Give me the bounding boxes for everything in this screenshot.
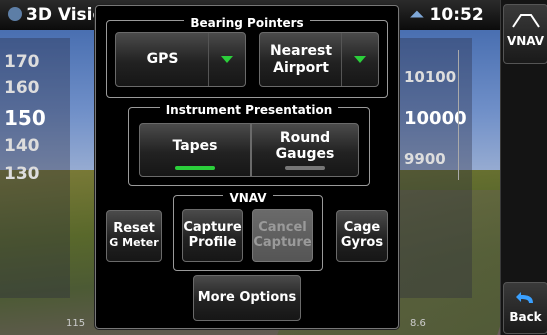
cancel-capture-line1: Cancel xyxy=(258,219,307,235)
capture-profile-line1: Capture xyxy=(183,219,242,235)
capture-profile-button[interactable]: Capture Profile xyxy=(182,209,243,262)
bearing-pointer-2-line1: Nearest xyxy=(269,43,333,60)
bearing-pointers-group: Bearing Pointers GPS Nearest Airport xyxy=(106,16,388,98)
vnav-softkey-label: VNAV xyxy=(506,34,545,48)
speed-tick: 160 xyxy=(4,78,40,98)
alt-tick: 9900 xyxy=(404,150,446,168)
round-gauges-button[interactable]: Round Gauges xyxy=(251,123,359,177)
clock: ⏶ 10:52 xyxy=(410,5,484,25)
capture-profile-line2: Profile xyxy=(188,234,237,250)
speed-tick: 170 xyxy=(4,52,40,72)
speed-tick: 140 xyxy=(4,136,40,156)
bottom-right-readout: 8.6 xyxy=(410,318,426,329)
cancel-capture-line2: Capture xyxy=(253,234,312,250)
back-button-label: Back xyxy=(509,310,542,324)
alt-tick: 10100 xyxy=(404,68,457,86)
bottom-left-readout: 115 xyxy=(66,318,86,329)
round-gauges-indicator xyxy=(285,166,325,170)
vnav-group-title: VNAV xyxy=(223,191,273,205)
vnav-group: VNAV Capture Profile Cancel Capture xyxy=(173,191,323,271)
tapes-label: Tapes xyxy=(172,137,218,154)
globe-icon xyxy=(8,7,22,21)
vnav-softkey[interactable]: VNAV xyxy=(503,4,547,64)
round-gauges-label: Round Gauges xyxy=(276,130,335,162)
view-title: 3D Visio xyxy=(8,5,104,25)
reset-g-meter-line1: Reset xyxy=(113,221,155,237)
vnav-profile-icon xyxy=(511,14,540,28)
back-button[interactable]: Back xyxy=(503,282,547,334)
bearing-pointer-2-dropdown[interactable]: Nearest Airport xyxy=(259,32,379,87)
round-gauges-line2: Gauges xyxy=(275,146,335,162)
more-options-button[interactable]: More Options xyxy=(193,275,301,321)
speed-tick: 130 xyxy=(4,164,40,184)
view-title-text: 3D Visio xyxy=(26,5,105,25)
pfd-options-dialog: Bearing Pointers GPS Nearest Airport Ins… xyxy=(95,5,399,329)
tapes-active-indicator xyxy=(175,166,215,170)
reset-g-meter-button[interactable]: Reset G Meter xyxy=(106,210,162,262)
vertical-speed-indicator xyxy=(458,50,473,180)
cancel-capture-button[interactable]: Cancel Capture xyxy=(252,209,313,262)
cage-gyros-line2: Gyros xyxy=(340,235,384,250)
instrument-presentation-title: Instrument Presentation xyxy=(159,103,339,117)
cage-gyros-button[interactable]: Cage Gyros xyxy=(336,210,388,262)
clock-time: 10:52 xyxy=(429,5,484,25)
more-options-label: More Options xyxy=(197,289,297,305)
back-arrow-icon xyxy=(515,292,533,303)
chevron-down-icon xyxy=(341,33,378,86)
instrument-presentation-group: Instrument Presentation Tapes Round Gaug… xyxy=(128,103,370,186)
bearing-pointer-1-value: GPS xyxy=(146,51,179,68)
softkey-column: VNAV Back xyxy=(500,0,547,335)
chevron-down-icon xyxy=(208,33,245,86)
cage-gyros-line1: Cage xyxy=(343,220,381,236)
clock-icon: ⏶ xyxy=(410,5,424,25)
tapes-button[interactable]: Tapes xyxy=(139,123,251,177)
reset-g-meter-line2: G Meter xyxy=(109,236,159,250)
bearing-pointers-title: Bearing Pointers xyxy=(184,16,310,30)
airspeed-tape: 170 160 150 140 130 xyxy=(0,38,70,298)
speed-current: 150 xyxy=(4,106,46,130)
bearing-pointer-1-dropdown[interactable]: GPS xyxy=(115,32,246,87)
bearing-pointer-2-line2: Airport xyxy=(273,59,329,76)
round-gauges-line1: Round xyxy=(279,129,331,146)
